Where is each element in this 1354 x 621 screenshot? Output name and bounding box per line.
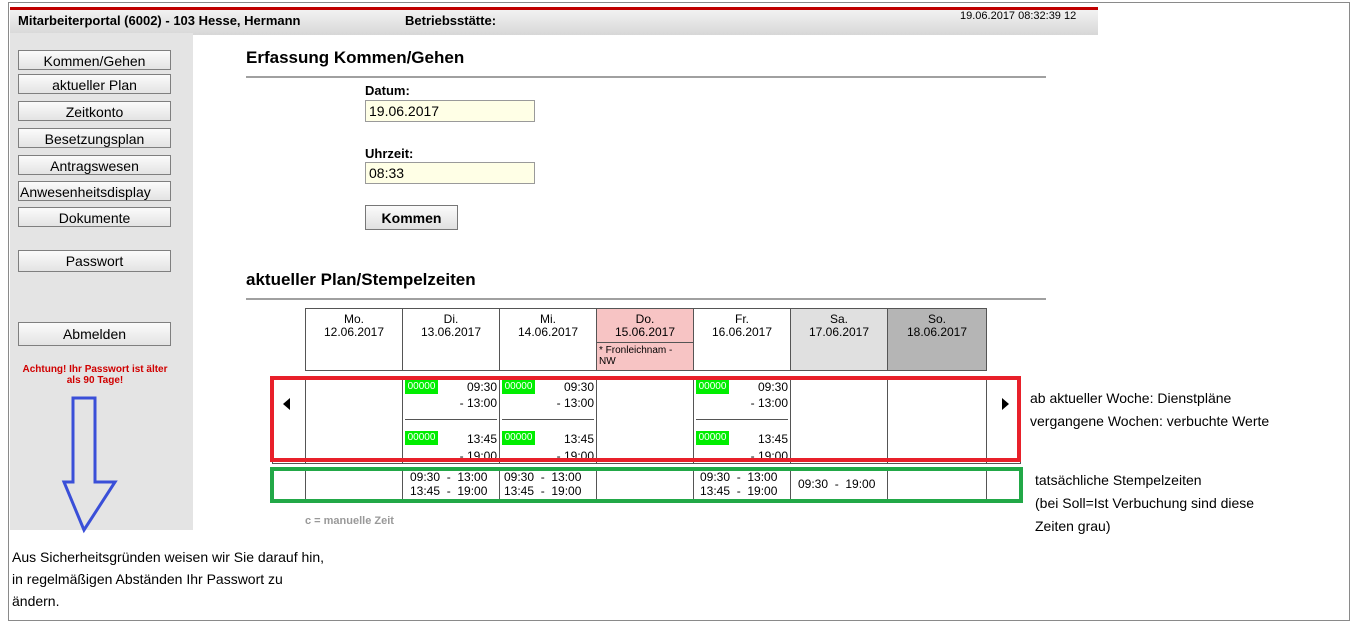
nav-besetzungsplan[interactable]: Besetzungsplan — [18, 128, 171, 148]
nav-kommen-gehen[interactable]: Kommen/Gehen — [18, 50, 171, 70]
day-header-sa: Sa. 17.06.2017 — [790, 308, 888, 371]
section-title-erfassung: Erfassung Kommen/Gehen — [246, 48, 465, 67]
annotation-green-1: tatsächliche Stempelzeiten — [1035, 472, 1202, 488]
section-title-plan: aktueller Plan/Stempelzeiten — [246, 270, 476, 289]
holiday-note: * Fronleichnam - NW — [597, 342, 693, 369]
annotation-red-2: vergangene Wochen: verbuchte Werte — [1030, 413, 1270, 429]
date-label: Datum: — [365, 83, 410, 98]
day-date: 14.06.2017 — [517, 325, 579, 339]
nav-aktueller-plan[interactable]: aktueller Plan — [18, 74, 171, 94]
nav-dokumente[interactable]: Dokumente — [18, 207, 171, 227]
day-date: 13.06.2017 — [420, 325, 482, 339]
nav-antragswesen[interactable]: Antragswesen — [18, 155, 171, 175]
annotation-bottom-2: in regelmäßigen Abständen Ihr Passwort z… — [12, 571, 283, 587]
password-button[interactable]: Passwort — [18, 250, 171, 272]
nav-zeitkonto[interactable]: Zeitkonto — [18, 101, 171, 121]
timestamp: 19.06.2017 08:32:39 12 — [960, 10, 1077, 22]
kommen-button[interactable]: Kommen — [365, 205, 458, 230]
betriebsstaette-label: Betriebsstätte: — [405, 13, 497, 28]
day-date: 12.06.2017 — [323, 325, 385, 339]
time-input[interactable] — [365, 162, 535, 184]
annotation-bottom-3: ändern. — [12, 593, 60, 609]
annotation-bottom-1: Aus Sicherheitsgründen weisen wir Sie da… — [12, 549, 325, 565]
day-header-mi: Mi. 14.06.2017 — [499, 308, 597, 371]
nav-anwesenheitsdisplay[interactable]: Anwesenheitsdisplay — [18, 181, 171, 201]
highlight-stamp-row — [270, 467, 1023, 503]
day-header-mo: Mo. 12.06.2017 — [305, 308, 403, 371]
password-warning: Achtung! Ihr Passwort ist älter als 90 T… — [22, 364, 168, 386]
day-header-fr: Fr. 16.06.2017 — [693, 308, 791, 371]
down-arrow-icon — [61, 396, 118, 534]
divider-1 — [246, 76, 1046, 78]
day-date: 16.06.2017 — [711, 325, 773, 339]
annotation-green-3: Zeiten grau) — [1035, 518, 1111, 534]
portal-title: Mitarbeiterportal (6002) - 103 Hesse, He… — [18, 13, 301, 28]
day-header-do: Do. 15.06.2017 * Fronleichnam - NW — [596, 308, 694, 371]
legend-manual-time: c = manuelle Zeit — [305, 515, 394, 527]
divider-2 — [246, 298, 1046, 300]
day-date: 15.06.2017 — [614, 325, 676, 339]
day-date: 17.06.2017 — [808, 325, 870, 339]
day-date: 18.06.2017 — [906, 325, 968, 339]
date-input[interactable] — [365, 100, 535, 122]
annotation-red-1: ab aktueller Woche: Dienstpläne — [1030, 390, 1232, 406]
highlight-plan-row — [270, 376, 1021, 462]
logout-button[interactable]: Abmelden — [18, 322, 171, 346]
day-header-so: So. 18.06.2017 — [887, 308, 987, 371]
annotation-green-2: (bei Soll=Ist Verbuchung sind diese — [1035, 495, 1255, 511]
day-header-di: Di. 13.06.2017 — [402, 308, 500, 371]
time-label: Uhrzeit: — [365, 146, 414, 161]
